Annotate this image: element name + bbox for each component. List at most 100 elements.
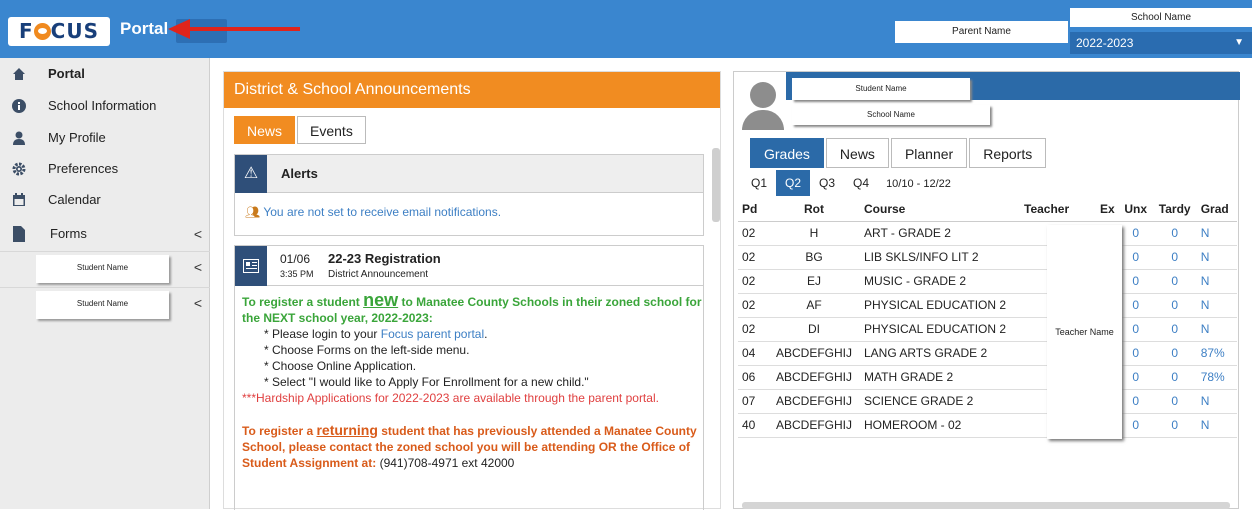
step-select-option: * Select "I would like to Apply For Enro… <box>264 375 589 389</box>
table-row[interactable]: 02AFPHYSICAL EDUCATION 2000N <box>738 293 1237 318</box>
teacher-name: Teacher Name <box>1047 225 1122 439</box>
tab-events[interactable]: Events <box>297 116 366 144</box>
sidebar-student-item[interactable]: Student Name < <box>0 251 210 287</box>
quarter-date-range: 10/10 - 12/22 <box>886 178 951 190</box>
user-icon <box>11 123 27 155</box>
cell-grade[interactable]: N <box>1196 413 1237 438</box>
column-header[interactable]: Teacher <box>1020 198 1096 222</box>
column-header[interactable]: Course <box>860 198 1020 222</box>
table-row[interactable]: 06ABCDEFGHIJMATH GRADE 200078% <box>738 365 1237 390</box>
alerts-message[interactable]: 👥︎ You are not set to receive email noti… <box>245 205 501 219</box>
tab-q3[interactable]: Q3 <box>810 170 844 196</box>
cell-pd: 07 <box>738 389 768 414</box>
top-bar: F CUS Portal Parent Name School Name 2022… <box>0 0 1252 58</box>
post-title: 22-23 Registration <box>328 251 441 266</box>
announcements-panel: District & School Announcements News Even… <box>223 71 721 510</box>
cell-unx: 0 <box>1118 341 1153 366</box>
tab-q2[interactable]: Q2 <box>776 170 811 196</box>
cell-grade[interactable]: N <box>1196 317 1237 342</box>
student-name[interactable]: Student Name <box>792 78 970 100</box>
column-header[interactable]: Pd <box>738 198 768 222</box>
column-header[interactable]: Rot <box>768 198 860 222</box>
tab-grades[interactable]: Grades <box>750 138 824 168</box>
tab-q1[interactable]: Q1 <box>742 170 776 196</box>
cell-rot: ABCDEFGHIJ <box>768 389 860 414</box>
column-header[interactable]: Ex <box>1096 198 1119 222</box>
sidebar-item-my-profile[interactable]: My Profile <box>0 123 210 153</box>
step-login: * Please login to your Focus parent port… <box>264 327 488 341</box>
cell-rot: EJ <box>768 269 860 294</box>
cell-grade[interactable]: N <box>1196 389 1237 414</box>
column-header[interactable]: Unx <box>1118 198 1153 222</box>
chevron-left-icon[interactable]: < <box>194 295 202 311</box>
post-body: To register a student new to Manatee Cou… <box>242 291 702 471</box>
sidebar-item-preferences[interactable]: Preferences <box>0 154 210 184</box>
step-online-application: * Choose Online Application. <box>264 359 417 373</box>
chevron-left-icon[interactable]: < <box>194 219 202 249</box>
cell-unx: 0 <box>1118 317 1153 342</box>
cell-grade[interactable]: N <box>1196 245 1237 270</box>
cell-course: ART - GRADE 2 <box>860 221 1020 246</box>
cell-unx: 0 <box>1118 245 1153 270</box>
table-row[interactable]: 40ABCDEFGHIJHOMEROOM - 02000N <box>738 413 1237 438</box>
table-row[interactable]: 07ABCDEFGHIJSCIENCE GRADE 2000N <box>738 389 1237 414</box>
announcements-scrollbar[interactable] <box>712 148 720 222</box>
focus-portal-link[interactable]: Focus parent portal <box>381 327 484 341</box>
tab-news[interactable]: News <box>234 116 296 144</box>
sidebar-item-label: Calendar <box>48 192 101 207</box>
school-year-select[interactable]: 2022-2023 ▼ <box>1070 32 1252 54</box>
column-header[interactable]: Tardy <box>1152 198 1197 222</box>
gear-icon <box>11 154 27 186</box>
cell-course: PHYSICAL EDUCATION 2 <box>860 293 1020 318</box>
cell-pd: 40 <box>738 413 768 438</box>
registration-post: 01/06 3:35 PM 22-23 Registration Distric… <box>234 245 704 510</box>
cell-tardy: 0 <box>1152 269 1197 294</box>
cell-tardy: 0 <box>1152 221 1197 246</box>
tab-news[interactable]: News <box>825 138 889 168</box>
parent-name[interactable]: Parent Name <box>895 21 1068 43</box>
cell-grade[interactable]: N <box>1196 221 1237 246</box>
cell-grade[interactable]: N <box>1196 293 1237 318</box>
sidebar-student-item[interactable]: Student Name < <box>0 287 210 323</box>
sidebar: Portal School Information My Profile Pre… <box>0 58 210 509</box>
cell-course: MUSIC - GRADE 2 <box>860 269 1020 294</box>
sidebar-item-label: Portal <box>48 66 85 81</box>
sidebar-item-calendar[interactable]: Calendar <box>0 185 210 215</box>
chevron-left-icon[interactable]: < <box>194 259 202 275</box>
cell-grade[interactable]: N <box>1196 269 1237 294</box>
cell-course: HOMEROOM - 02 <box>860 413 1020 438</box>
table-row[interactable]: 04ABCDEFGHIJLANG ARTS GRADE 200087% <box>738 341 1237 366</box>
cell-tardy: 0 <box>1152 245 1197 270</box>
horizontal-scrollbar[interactable] <box>742 502 1230 509</box>
tab-reports[interactable]: Reports <box>969 138 1047 168</box>
cell-tardy: 0 <box>1152 389 1197 414</box>
table-row[interactable]: 02DIPHYSICAL EDUCATION 2000N <box>738 317 1237 342</box>
tab-planner[interactable]: Planner <box>890 138 968 168</box>
tab-q4[interactable]: Q4 <box>844 170 878 196</box>
cell-course: LANG ARTS GRADE 2 <box>860 341 1020 366</box>
cell-pd: 04 <box>738 341 768 366</box>
announcements-tabs: News Events <box>234 116 368 144</box>
cell-course: SCIENCE GRADE 2 <box>860 389 1020 414</box>
sidebar-item-forms[interactable]: Forms < <box>0 219 210 249</box>
cell-course: MATH GRADE 2 <box>860 365 1020 390</box>
cell-grade[interactable]: 78% <box>1196 365 1237 390</box>
table-row[interactable]: 02EJMUSIC - GRADE 2000N <box>738 269 1237 294</box>
grades-table: Pd Rot Course Teacher Ex Unx Tardy Grad … <box>738 198 1237 438</box>
phone-number: (941)708-4971 ext 42000 <box>376 456 515 470</box>
file-icon <box>11 219 27 252</box>
avatar <box>740 80 784 130</box>
table-row[interactable]: 02BGLIB SKLS/INFO LIT 2000N <box>738 245 1237 270</box>
cell-grade[interactable]: 87% <box>1196 341 1237 366</box>
school-name-select[interactable]: School Name <box>1070 8 1252 27</box>
column-header[interactable]: Grad <box>1196 198 1237 222</box>
cell-pd: 06 <box>738 365 768 390</box>
table-row[interactable]: 02HART - GRADE 2000N <box>738 221 1237 246</box>
student-tabs: Grades News Planner Reports <box>750 138 1048 168</box>
cell-rot: ABCDEFGHIJ <box>768 341 860 366</box>
sidebar-item-school-information[interactable]: School Information <box>0 91 210 121</box>
focus-logo[interactable]: F CUS <box>8 17 110 46</box>
sidebar-item-portal[interactable]: Portal <box>0 59 210 89</box>
sidebar-item-label: Forms <box>50 226 87 241</box>
portal-title[interactable]: Portal <box>120 19 168 39</box>
